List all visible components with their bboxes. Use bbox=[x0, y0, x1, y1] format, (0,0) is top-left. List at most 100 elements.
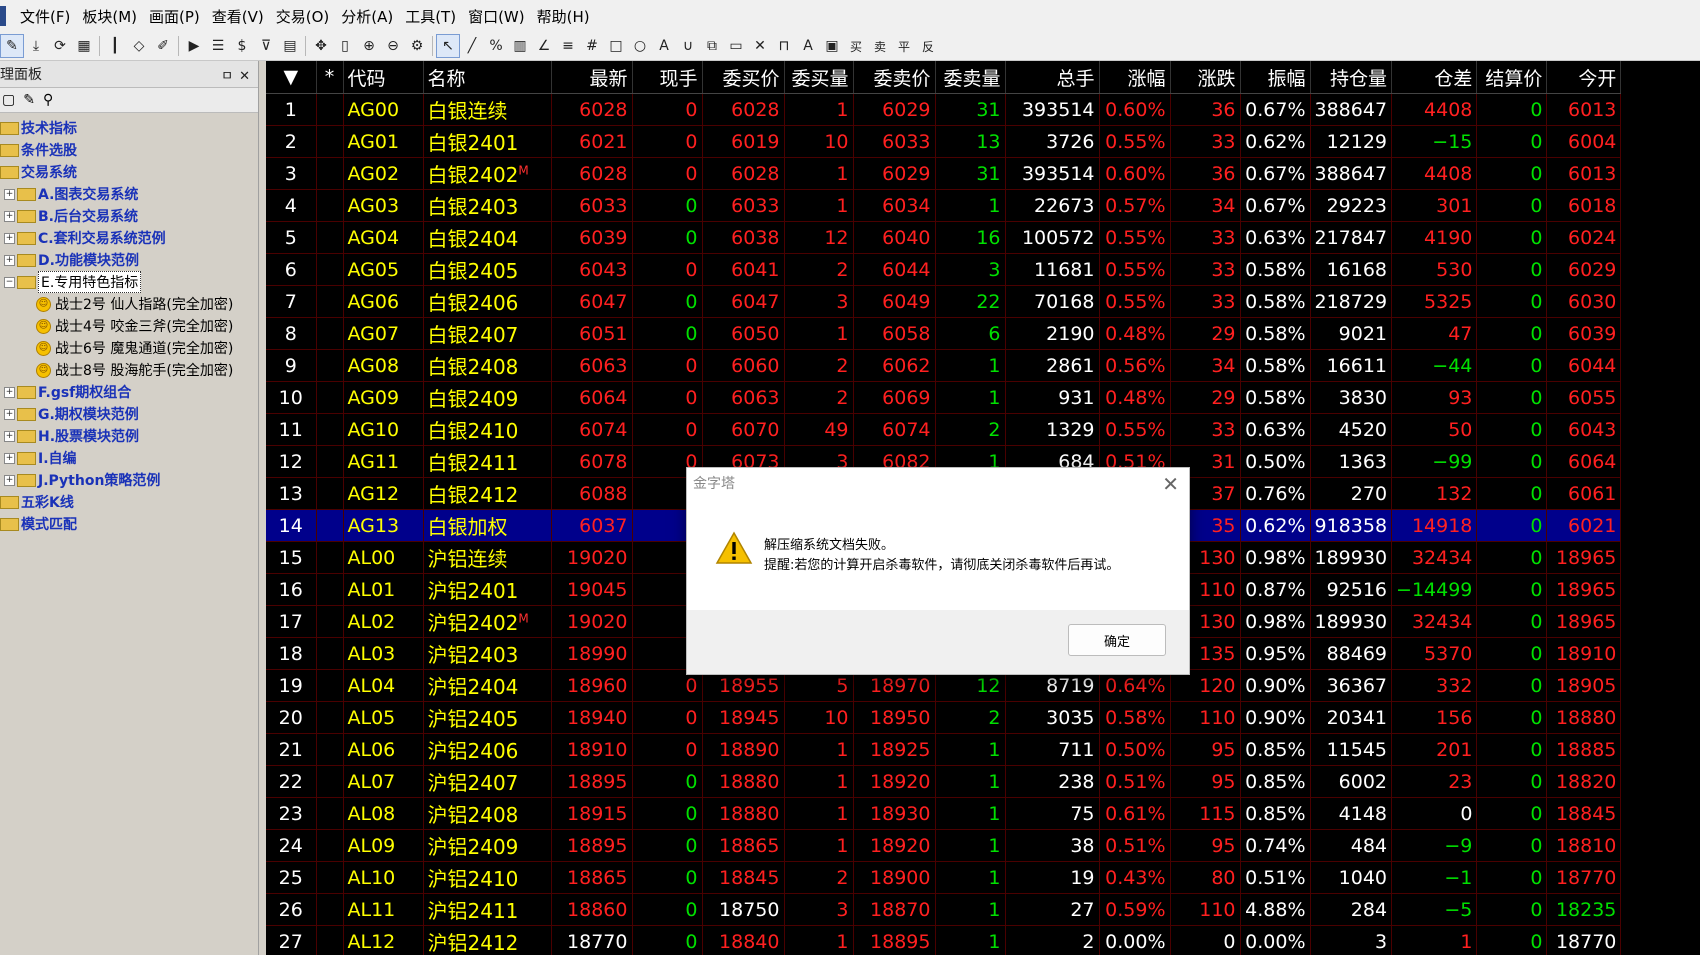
edit-icon[interactable]: ✐ bbox=[151, 34, 175, 58]
rect-icon[interactable]: □ bbox=[604, 34, 628, 58]
menu-sector[interactable]: 板块(M) bbox=[76, 6, 143, 27]
tree-item[interactable]: + C.套利交易系统范例 bbox=[0, 227, 258, 249]
expand-icon[interactable]: + bbox=[4, 386, 15, 398]
table-row[interactable]: 24 AL09 沪铝2409 18895 0 18865 1 18920 1 38 0.51% 95 0… bbox=[266, 829, 1622, 862]
flat-icon[interactable]: 平 bbox=[892, 34, 916, 58]
tree-item[interactable]: 交易系统 bbox=[0, 161, 258, 183]
expand-icon[interactable]: + bbox=[4, 474, 15, 486]
expand-icon[interactable]: + bbox=[4, 452, 15, 464]
draw-icon[interactable]: ✎ bbox=[0, 34, 24, 58]
column-header[interactable]: 持仓量 bbox=[1310, 61, 1393, 94]
ok-button[interactable]: 确定 bbox=[1068, 624, 1166, 656]
sell-icon[interactable]: 卖 bbox=[868, 34, 892, 58]
magnet-icon[interactable]: ∪ bbox=[676, 34, 700, 58]
hash-icon[interactable]: # bbox=[580, 34, 604, 58]
line-icon[interactable]: ╱ bbox=[460, 34, 484, 58]
table-row[interactable]: 2 AG01 白银2401 6021 0 6019 10 6033 13 3726 0.55% 33 0… bbox=[266, 125, 1622, 158]
tree-item[interactable]: 五彩K线 bbox=[0, 491, 258, 513]
table-row[interactable]: 4 AG03 白银2403 6033 0 6033 1 6034 1 22673 0.57% 34 0.… bbox=[266, 189, 1622, 222]
table-row[interactable]: 7 AG06 白银2406 6047 0 6047 3 6049 22 70168 0.55% 33 0… bbox=[266, 285, 1622, 318]
tree-item[interactable]: + J.Python策略范例 bbox=[0, 469, 258, 491]
reverse-icon[interactable]: 反 bbox=[916, 34, 940, 58]
column-header[interactable]: 振幅 bbox=[1240, 61, 1311, 94]
list-icon[interactable]: ☰ bbox=[206, 34, 230, 58]
new-icon[interactable]: ▢ bbox=[2, 92, 15, 108]
table-row[interactable]: 23 AL08 沪铝2408 18915 0 18880 1 18930 1 75 0.61% 115… bbox=[266, 797, 1622, 830]
table-row[interactable]: 9 AG08 白银2408 6063 0 6060 2 6062 1 2861 0.56% 34 0.5… bbox=[266, 349, 1622, 382]
tree-item[interactable]: + D.功能模块范例 bbox=[0, 249, 258, 271]
column-header[interactable]: 委买量 bbox=[784, 61, 854, 94]
menu-trade[interactable]: 交易(O) bbox=[270, 6, 336, 27]
table-row[interactable]: 11 AG10 白银2410 6074 0 6070 49 6074 2 1329 0.55% 33 0… bbox=[266, 413, 1622, 446]
column-header[interactable]: 委卖量 bbox=[935, 61, 1006, 94]
column-header[interactable]: 代码 bbox=[343, 61, 424, 94]
tree-item[interactable]: + H.股票模块范例 bbox=[0, 425, 258, 447]
expand-icon[interactable]: + bbox=[4, 408, 15, 420]
menu-help[interactable]: 帮助(H) bbox=[531, 6, 596, 27]
menu-tools[interactable]: 工具(T) bbox=[399, 6, 462, 27]
table-icon[interactable]: ▥ bbox=[508, 34, 532, 58]
expand-icon[interactable]: + bbox=[4, 254, 15, 266]
dialog-close-icon[interactable]: ✕ bbox=[1162, 472, 1179, 496]
column-header[interactable]: 涨跌 bbox=[1170, 61, 1241, 94]
buy-icon[interactable]: 买 bbox=[844, 34, 868, 58]
column-header[interactable]: 委卖价 bbox=[853, 61, 936, 94]
tree-item[interactable]: 技术指标 bbox=[0, 117, 258, 139]
table-row[interactable]: 25 AL10 沪铝2410 18865 0 18845 2 18900 1 19 0.43% 80 0… bbox=[266, 861, 1622, 894]
save-icon[interactable]: ▣ bbox=[820, 34, 844, 58]
zoom-in-icon[interactable]: ⊕ bbox=[357, 34, 381, 58]
tree-item[interactable]: ☺ 战士6号 魔鬼通道(完全加密) bbox=[0, 337, 258, 359]
column-header[interactable]: * bbox=[316, 61, 344, 94]
tree-item[interactable]: + G.期权模块范例 bbox=[0, 403, 258, 425]
menu-screen[interactable]: 画面(P) bbox=[143, 6, 206, 27]
table-row[interactable]: 5 AG04 白银2404 6039 0 6038 12 6040 16 100572 0.55% 3… bbox=[266, 221, 1622, 254]
tree-item[interactable]: + B.后台交易系统 bbox=[0, 205, 258, 227]
tree-item[interactable]: + I.自编 bbox=[0, 447, 258, 469]
column-header[interactable]: 最新 bbox=[551, 61, 633, 94]
close-icon[interactable]: ✕ bbox=[748, 34, 772, 58]
tree-item[interactable]: ☺ 战士4号 咬金三斧(完全加密) bbox=[0, 315, 258, 337]
search-icon[interactable]: ⚲ bbox=[43, 92, 53, 108]
diamond-icon[interactable]: ◇ bbox=[127, 34, 151, 58]
tree-item[interactable]: 条件选股 bbox=[0, 139, 258, 161]
column-header[interactable]: 涨幅 bbox=[1099, 61, 1171, 94]
pin-icon[interactable]: ㅁ bbox=[221, 69, 239, 84]
edit-icon[interactable]: ✎ bbox=[23, 92, 35, 108]
download-icon[interactable]: ⤓ bbox=[24, 34, 48, 58]
dollar-icon[interactable]: $ bbox=[230, 34, 254, 58]
table-row[interactable]: 27 AL12 沪铝2412 18770 0 18840 1 18895 1 2 0.00% 0 0.0… bbox=[266, 925, 1622, 955]
settings-icon[interactable]: ⚙ bbox=[405, 34, 429, 58]
text-icon[interactable]: A bbox=[652, 34, 676, 58]
play-icon[interactable]: ▶ bbox=[182, 34, 206, 58]
table-row[interactable]: 21 AL06 沪铝2406 18910 0 18890 1 18925 1 711 0.50% 95… bbox=[266, 733, 1622, 766]
menu-view[interactable]: 查看(V) bbox=[206, 6, 270, 27]
tree-item[interactable]: ☺ 战士8号 股海舵手(完全加密) bbox=[0, 359, 258, 381]
menu-analysis[interactable]: 分析(A) bbox=[335, 6, 399, 27]
cursor-icon[interactable]: ↖ bbox=[436, 34, 460, 58]
tree-item[interactable]: + A.图表交易系统 bbox=[0, 183, 258, 205]
table-row[interactable]: 10 AG09 白银2409 6064 0 6063 2 6069 1 931 0.48% 29 0.5… bbox=[266, 381, 1622, 414]
refresh-icon[interactable]: ⟳ bbox=[48, 34, 72, 58]
tree-item[interactable]: − E.专用特色指标 bbox=[0, 271, 258, 293]
menu-window[interactable]: 窗口(W) bbox=[462, 6, 531, 27]
expand-icon[interactable]: + bbox=[4, 430, 15, 442]
chart-icon[interactable]: ▤ bbox=[278, 34, 302, 58]
table-row[interactable]: 22 AL07 沪铝2407 18895 0 18880 1 18920 1 238 0.51% 95… bbox=[266, 765, 1622, 798]
column-header[interactable]: 结算价 bbox=[1476, 61, 1548, 94]
circle-icon[interactable]: ○ bbox=[628, 34, 652, 58]
candlestick-icon[interactable]: ┃ bbox=[103, 34, 127, 58]
tree-item[interactable]: ☺ 战士2号 仙人指路(完全加密) bbox=[0, 293, 258, 315]
move-icon[interactable]: ✥ bbox=[309, 34, 333, 58]
tree-item[interactable]: 模式匹配 bbox=[0, 513, 258, 535]
expand-icon[interactable]: − bbox=[4, 276, 15, 288]
table-row[interactable]: 3 AG02 白银2402M 6028 0 6028 1 6029 31 393514 0.60% 3… bbox=[266, 157, 1622, 190]
tree-item[interactable]: + F.gsf期权组合 bbox=[0, 381, 258, 403]
bar-icon[interactable]: ▯ bbox=[333, 34, 357, 58]
trash-icon[interactable]: ▭ bbox=[724, 34, 748, 58]
copy-icon[interactable]: ⧉ bbox=[700, 34, 724, 58]
column-header[interactable]: ▼ bbox=[266, 61, 317, 94]
filter-icon[interactable]: ⊽ bbox=[254, 34, 278, 58]
table-row[interactable]: 20 AL05 沪铝2405 18940 0 18945 10 18950 2 3035 0.58%… bbox=[266, 701, 1622, 734]
menu-file[interactable]: 文件(F) bbox=[14, 6, 76, 27]
column-header[interactable]: 现手 bbox=[632, 61, 703, 94]
